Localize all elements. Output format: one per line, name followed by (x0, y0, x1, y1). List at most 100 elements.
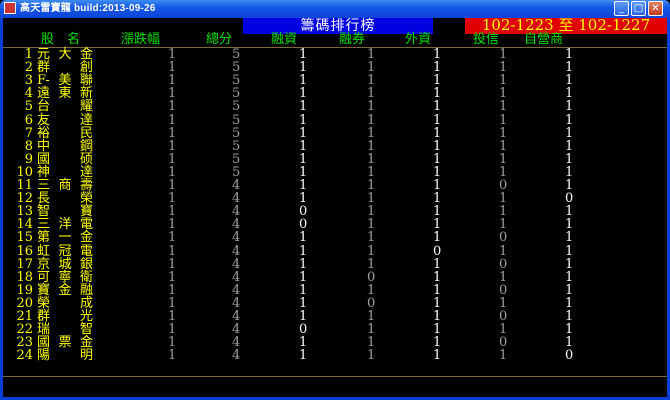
stock-name: 可寧衛 (37, 269, 93, 285)
dealer-score: 1 (565, 151, 574, 167)
trust-score: 0 (499, 282, 508, 298)
short-score: 1 (367, 112, 376, 128)
foreign-score: 1 (433, 348, 442, 364)
foreign-score: 1 (433, 282, 442, 298)
footer-divider (3, 376, 667, 377)
margin-score: 1 (299, 243, 308, 259)
total-score: 5 (232, 112, 241, 128)
window-title: 高天雷寶龍 build:2013-09-26 (20, 3, 156, 14)
table-row[interactable]: 5 台耀 1 5 1 1 1 1 1 (3, 99, 667, 115)
short-score: 1 (367, 243, 376, 259)
table-row[interactable]: 24 陽明 1 4 1 1 1 1 0 (3, 348, 667, 364)
dealer-score: 1 (565, 99, 574, 115)
table-row[interactable]: 6 友達 1 5 1 1 1 1 1 (3, 112, 667, 128)
table-row[interactable]: 18 可寧衛 1 4 1 0 1 1 1 (3, 269, 667, 285)
dealer-score: 1 (565, 112, 574, 128)
foreign-score: 1 (433, 269, 442, 285)
margin-score: 1 (299, 112, 308, 128)
row-index: 6 (24, 112, 33, 128)
row-index: 24 (16, 348, 33, 364)
foreign-score: 1 (433, 99, 442, 115)
short-score: 1 (367, 256, 376, 272)
col-header-total[interactable]: 總分 (206, 33, 232, 47)
margin-score: 1 (299, 256, 308, 272)
change-score: 1 (168, 256, 177, 272)
app-icon (4, 2, 16, 14)
trust-score: 1 (499, 269, 508, 285)
table-row[interactable]: 9 國硕 1 5 1 1 1 1 1 (3, 151, 667, 167)
dealer-score: 1 (565, 282, 574, 298)
close-button[interactable]: ✕ (648, 1, 663, 16)
dealer-score: 1 (565, 230, 574, 246)
trust-score: 0 (499, 230, 508, 246)
stock-name: 國硕 (37, 151, 93, 167)
table-row[interactable]: 15 第一金 1 4 1 1 1 0 1 (3, 230, 667, 246)
total-score: 4 (232, 243, 241, 259)
row-index: 5 (24, 99, 33, 115)
stock-name: 陽明 (37, 348, 93, 364)
row-index: 9 (24, 151, 33, 167)
margin-score: 1 (299, 99, 308, 115)
ranking-panel: 籌碼排行榜 102-1223 至 102-1227 股 名 漲跌幅 總分 融資 … (3, 16, 667, 397)
margin-score: 1 (299, 230, 308, 246)
foreign-score: 1 (433, 138, 442, 154)
dealer-score: 1 (565, 256, 574, 272)
foreign-score: 1 (433, 125, 442, 141)
margin-score: 1 (299, 282, 308, 298)
col-header-short[interactable]: 融券 (339, 33, 365, 47)
row-index: 19 (16, 282, 33, 298)
stock-name: 寶金融 (37, 282, 93, 298)
stock-name: 友達 (37, 112, 93, 128)
change-score: 1 (168, 125, 177, 141)
table-row[interactable]: 17 京城銀 1 4 1 1 1 0 1 (3, 256, 667, 272)
change-score: 1 (168, 99, 177, 115)
change-score: 1 (168, 230, 177, 246)
col-header-foreign[interactable]: 外資 (405, 33, 431, 47)
col-header-change[interactable]: 漲跌幅 (121, 33, 160, 47)
table-row[interactable]: 19 寶金融 1 4 1 1 1 0 1 (3, 282, 667, 298)
total-score: 5 (232, 151, 241, 167)
change-score: 1 (168, 243, 177, 259)
short-score: 1 (367, 99, 376, 115)
total-score: 4 (232, 348, 241, 364)
trust-score: 1 (499, 99, 508, 115)
dealer-score: 1 (565, 243, 574, 259)
change-score: 1 (168, 112, 177, 128)
short-score: 1 (367, 151, 376, 167)
date-range: 102-1223 至 102-1227 (481, 16, 651, 34)
dealer-score: 1 (565, 125, 574, 141)
change-score: 1 (168, 151, 177, 167)
total-score: 5 (232, 138, 241, 154)
foreign-score: 1 (433, 112, 442, 128)
col-header-dealer[interactable]: 自營商 (524, 33, 563, 47)
row-index: 8 (24, 138, 33, 154)
total-score: 5 (232, 99, 241, 115)
table-row[interactable]: 16 虹冠電 1 4 1 1 0 1 1 (3, 243, 667, 259)
stock-name: 裕民 (37, 125, 93, 141)
minimize-button[interactable]: _ (614, 1, 629, 16)
total-score: 4 (232, 269, 241, 285)
table-row[interactable]: 7 裕民 1 5 1 1 1 1 1 (3, 125, 667, 141)
margin-score: 1 (299, 348, 308, 364)
change-score: 1 (168, 282, 177, 298)
col-header-margin[interactable]: 融資 (271, 33, 297, 47)
foreign-score: 1 (433, 151, 442, 167)
app-window: 高天雷寶龍 build:2013-09-26 _ □ ✕ 籌碼排行榜 102-1… (0, 0, 670, 400)
table-row[interactable]: 8 中鋼 1 5 1 1 1 1 1 (3, 138, 667, 154)
col-header-trust[interactable]: 投信 (473, 33, 499, 47)
maximize-button[interactable]: □ (631, 1, 646, 16)
change-score: 1 (168, 138, 177, 154)
col-header-name[interactable]: 股 名 (41, 33, 80, 47)
short-score: 1 (367, 230, 376, 246)
row-index: 15 (16, 230, 33, 246)
stock-name: 第一金 (37, 230, 93, 246)
trust-score: 0 (499, 256, 508, 272)
margin-score: 1 (299, 138, 308, 154)
margin-score: 1 (299, 125, 308, 141)
short-score: 1 (367, 282, 376, 298)
dealer-score: 0 (565, 348, 574, 364)
margin-score: 1 (299, 151, 308, 167)
stock-name: 台耀 (37, 99, 93, 115)
stock-name: 京城銀 (37, 256, 93, 272)
total-score: 4 (232, 282, 241, 298)
